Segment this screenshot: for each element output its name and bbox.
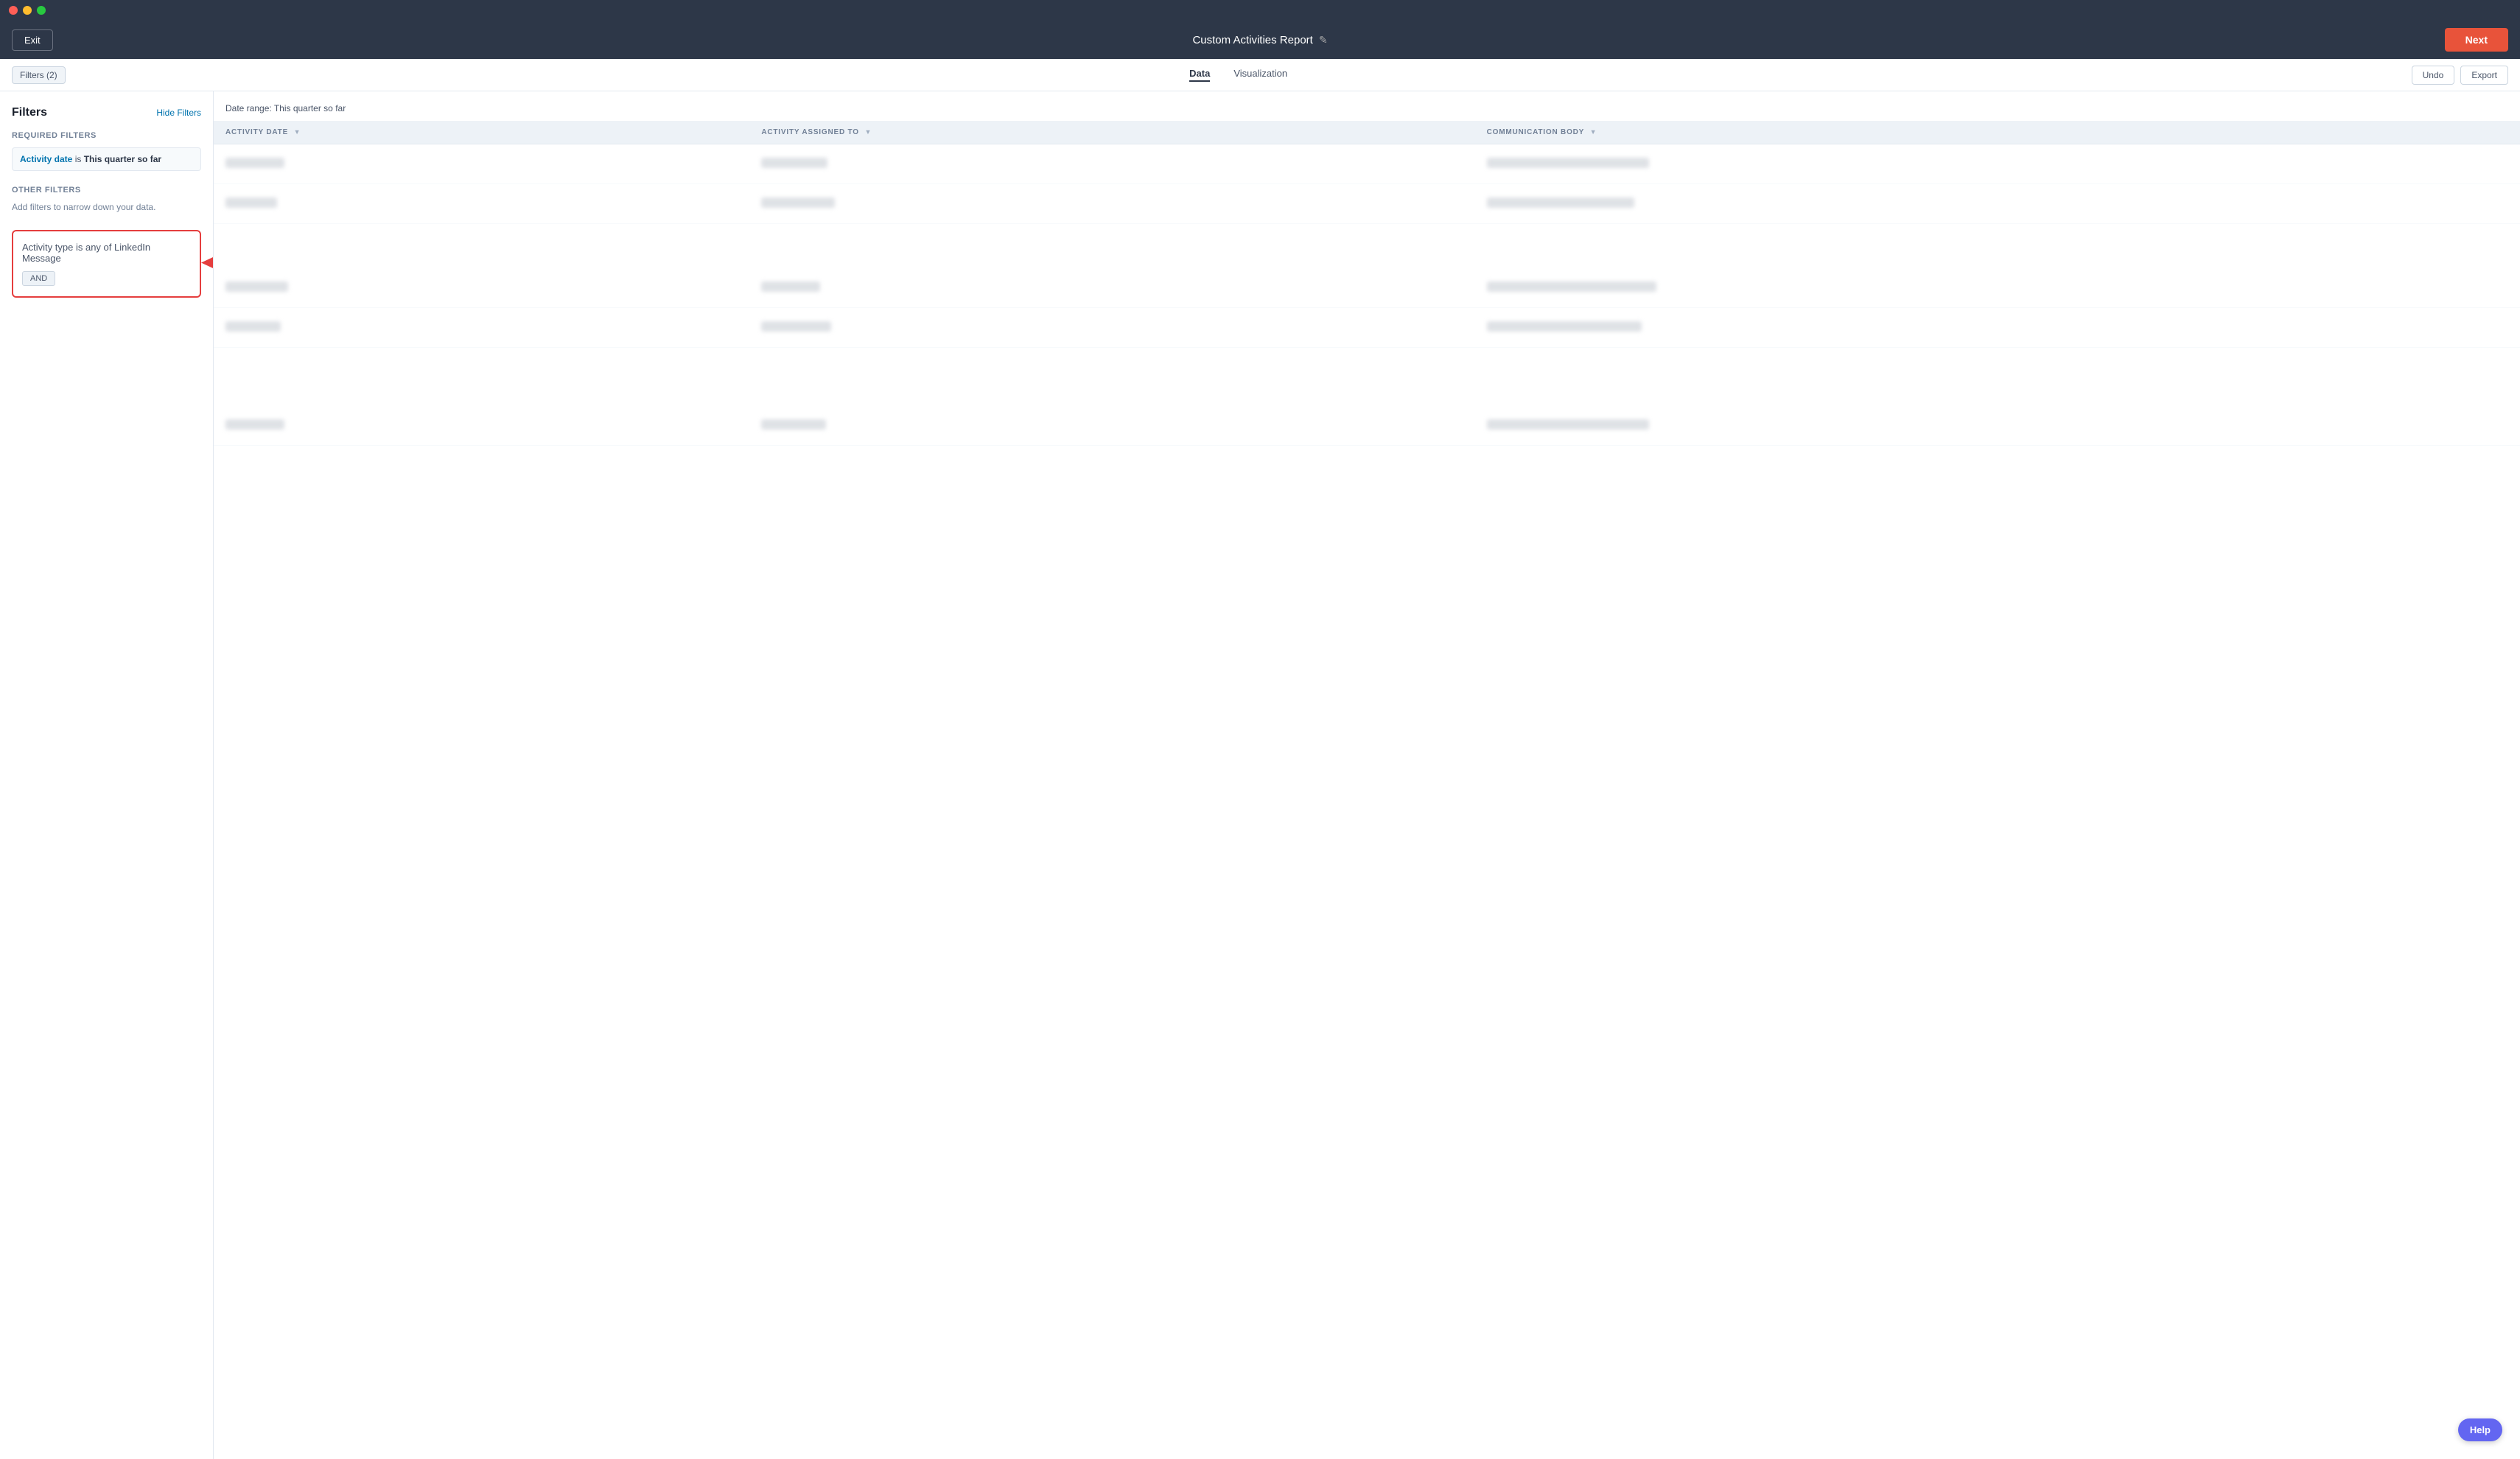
hide-filters-link[interactable]: Hide Filters	[156, 108, 201, 118]
other-section-title: Other filters	[12, 186, 201, 195]
table-body	[214, 144, 2520, 446]
table-row	[214, 184, 2520, 224]
tabs: Data Visualization	[1189, 68, 1287, 82]
red-arrow	[201, 247, 214, 279]
topnav-title-area: Custom Activities Report ✎	[1192, 34, 1327, 46]
table-cell	[749, 144, 1474, 184]
filters-panel: Filters Hide Filters Required filters Ac…	[0, 91, 214, 1459]
sort-icon-assigned: ▼	[864, 128, 872, 136]
date-range-bar: Date range: This quarter so far	[214, 100, 2520, 121]
next-button[interactable]: Next	[2445, 28, 2508, 52]
maximize-dot[interactable]	[37, 6, 46, 15]
tab-data[interactable]: Data	[1189, 68, 1210, 82]
activity-type-link[interactable]: Activity type	[22, 242, 73, 253]
close-dot[interactable]	[9, 6, 18, 15]
required-section-title: Required filters	[12, 131, 201, 140]
table-row	[214, 144, 2520, 184]
table-cell	[214, 268, 749, 308]
data-table: ACTIVITY DATE ▼ ACTIVITY ASSIGNED TO ▼ C…	[214, 121, 2520, 446]
table-row	[214, 307, 2520, 347]
export-button[interactable]: Export	[2460, 66, 2508, 85]
required-filter-chip[interactable]: Activity date is This quarter so far	[12, 147, 201, 171]
tab-visualization[interactable]: Visualization	[1233, 68, 1287, 82]
table-cell	[749, 268, 1474, 308]
tab-bar: Filters (2) Data Visualization Undo Expo…	[0, 59, 2520, 91]
table-cell	[214, 184, 749, 224]
table-header: ACTIVITY DATE ▼ ACTIVITY ASSIGNED TO ▼ C…	[214, 121, 2520, 144]
help-button[interactable]: Help	[2458, 1418, 2502, 1441]
report-title: Custom Activities Report	[1192, 34, 1312, 46]
content-area: Date range: This quarter so far ACTIVITY…	[214, 91, 2520, 1459]
activity-type-filter-text: Activity type is any of LinkedIn Message	[22, 242, 191, 264]
top-nav: Exit Custom Activities Report ✎ Next	[0, 21, 2520, 59]
table-cell	[1475, 307, 2520, 347]
col-communication-body[interactable]: COMMUNICATION BODY ▼	[1475, 121, 2520, 144]
sort-icon-date: ▼	[294, 128, 301, 136]
topnav-right: Next	[2445, 28, 2508, 52]
undo-button[interactable]: Undo	[2412, 66, 2455, 85]
highlighted-filter-box[interactable]: Activity type is any of LinkedIn Message…	[12, 230, 201, 298]
table-row	[214, 268, 2520, 308]
table-cell	[1475, 184, 2520, 224]
table-cell	[214, 406, 749, 446]
sort-icon-body: ▼	[1590, 128, 1597, 136]
table-row-spacer	[214, 224, 2520, 268]
table-cell	[214, 144, 749, 184]
table-cell	[1475, 406, 2520, 446]
filters-header: Filters Hide Filters	[12, 106, 201, 119]
filters-badge[interactable]: Filters (2)	[12, 66, 66, 84]
table-cell	[749, 307, 1474, 347]
exit-button[interactable]: Exit	[12, 29, 53, 51]
edit-icon[interactable]: ✎	[1319, 34, 1328, 46]
filter-is-text: is	[72, 154, 83, 164]
col-activity-date[interactable]: ACTIVITY DATE ▼	[214, 121, 749, 144]
titlebar	[0, 0, 2520, 21]
topnav-left: Exit	[12, 29, 53, 51]
table-cell	[749, 184, 1474, 224]
filter-quarter-value: This quarter so far	[84, 154, 161, 164]
filters-title: Filters	[12, 106, 47, 119]
table-cell	[214, 307, 749, 347]
table-cell	[749, 406, 1474, 446]
other-filters-desc: Add filters to narrow down your data.	[12, 202, 201, 212]
is-any-of-text: is any of	[73, 242, 114, 253]
table-row	[214, 406, 2520, 446]
table-row-spacer	[214, 347, 2520, 406]
minimize-dot[interactable]	[23, 6, 32, 15]
main-layout: Filters Hide Filters Required filters Ac…	[0, 91, 2520, 1459]
tabbar-right: Undo Export	[2412, 66, 2508, 85]
tabbar-left: Filters (2)	[12, 66, 66, 84]
table-cell	[1475, 268, 2520, 308]
col-activity-assigned-to[interactable]: ACTIVITY ASSIGNED TO ▼	[749, 121, 1474, 144]
and-button[interactable]: AND	[22, 271, 55, 286]
activity-date-link[interactable]: Activity date	[20, 154, 72, 164]
other-filters-section: Other filters Add filters to narrow down…	[12, 186, 201, 212]
table-cell	[1475, 144, 2520, 184]
